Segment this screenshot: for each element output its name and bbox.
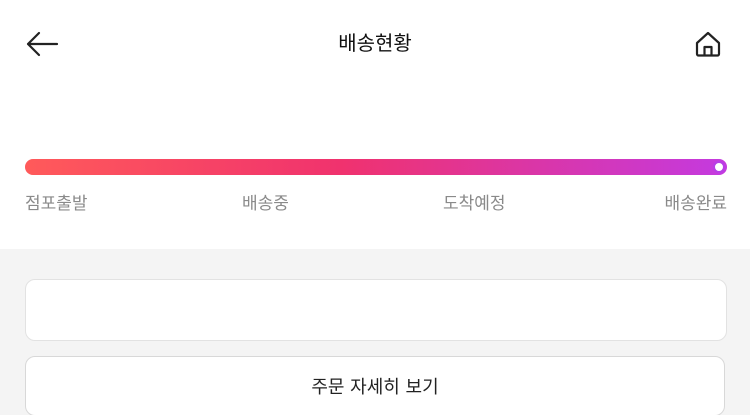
order-detail-button[interactable]: 주문 자세히 보기 <box>25 356 725 415</box>
delivery-status-page: 배송현황 점포출발 배송중 도착예정 배송완료 주문 자세히 보기 <box>0 0 750 415</box>
step-label-in-transit: 배송중 <box>242 194 289 214</box>
step-label-delivered: 배송완료 <box>664 194 727 214</box>
delivery-progress-bar <box>25 159 727 175</box>
delivery-info-card <box>25 279 727 341</box>
app-header: 배송현황 <box>0 0 750 88</box>
home-icon <box>695 31 721 57</box>
home-button[interactable] <box>688 24 728 64</box>
step-label-arriving: 도착예정 <box>443 194 506 214</box>
progress-fill <box>25 159 727 175</box>
step-label-departure: 점포출발 <box>25 194 88 214</box>
status-section: 배송현황 점포출발 배송중 도착예정 배송완료 <box>0 0 750 249</box>
order-section: 주문 자세히 보기 <box>0 249 750 415</box>
page-title: 배송현황 <box>338 31 412 55</box>
progress-knob <box>713 161 725 173</box>
